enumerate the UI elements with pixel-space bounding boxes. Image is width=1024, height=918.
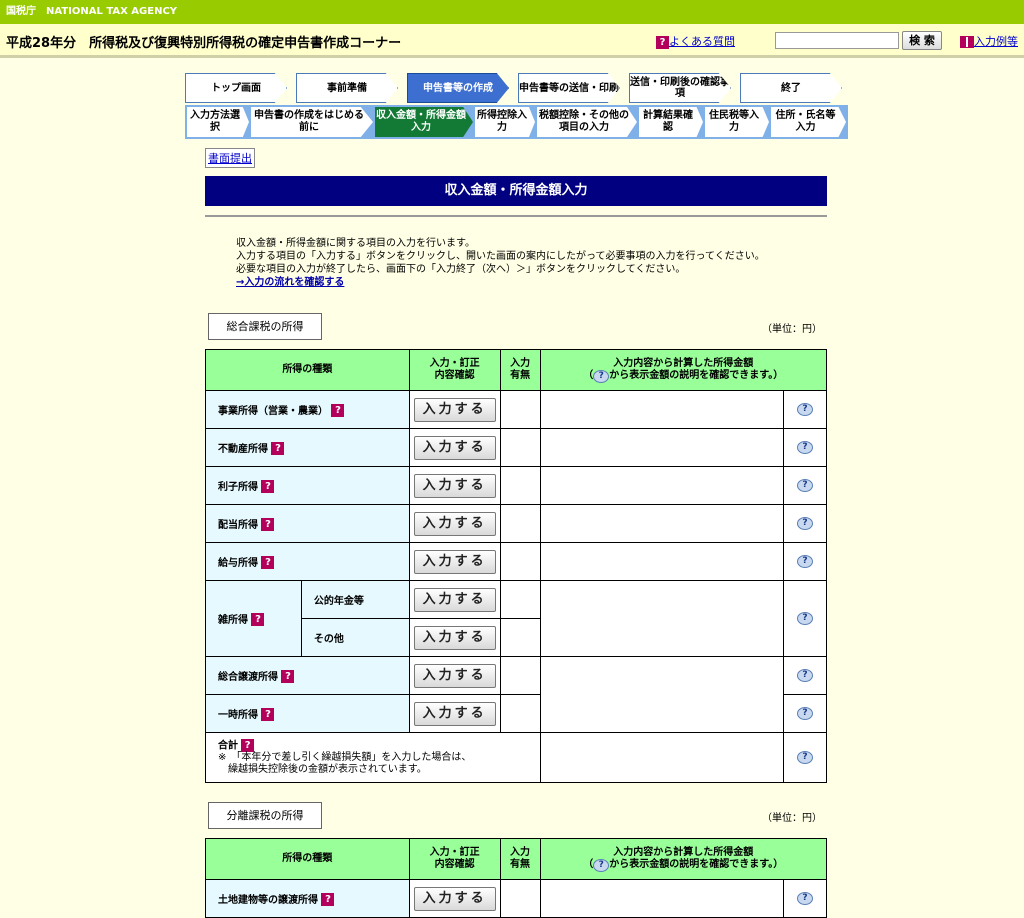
question-icon: ? <box>656 35 669 49</box>
question-icon[interactable]: ? <box>321 893 335 907</box>
table-row: 配当所得 ? 入力する ? <box>205 504 827 543</box>
input-button-pension[interactable]: 入力する <box>413 587 496 612</box>
help-icon[interactable]: ? <box>797 669 813 682</box>
table-row: 利子所得 ? 入力する ? <box>205 466 827 505</box>
help-icon: ? <box>593 369 610 383</box>
page-title: 平成28年分 所得税及び復興特別所得税の確定申告書作成コーナー <box>6 36 402 51</box>
help-icon[interactable]: ? <box>797 441 813 454</box>
question-icon[interactable]: ? <box>241 738 255 752</box>
intro-text: 収入金額・所得金額に関する項目の入力を行います。 入力する項目の「入力する」ボタ… <box>236 238 765 288</box>
table-row: 不動産所得 ? 入力する ? <box>205 428 827 467</box>
example-link[interactable]: 入力例等 <box>960 33 1018 49</box>
question-icon[interactable]: ? <box>261 518 275 532</box>
question-icon[interactable]: ? <box>261 480 275 494</box>
question-icon[interactable]: ? <box>271 442 285 456</box>
header-type: 所得の種類 <box>205 349 410 391</box>
substep-method: 入力方法選択 <box>187 107 249 137</box>
substep-before: 申告書の作成をはじめる前に <box>251 107 373 137</box>
input-button-business[interactable]: 入力する <box>413 397 496 422</box>
divider <box>205 215 827 217</box>
unit-label: （単位：円） <box>762 813 822 824</box>
example-label[interactable]: 入力例等 <box>974 35 1018 48</box>
step-post-check: 送信・印刷後の確認事項 <box>629 73 731 103</box>
section-heading: 収入金額・所得金額入力 <box>205 176 827 206</box>
input-button-interest[interactable]: 入力する <box>413 473 496 498</box>
search-input[interactable] <box>775 32 899 49</box>
question-icon[interactable]: ? <box>261 708 275 722</box>
agency-bar: 国税庁 NATIONAL TAX AGENCY <box>0 0 1024 24</box>
header-confirm: 入力・訂正 内容確認 <box>408 349 501 391</box>
header-amount: 入力内容から計算した所得金額（? から表示金額の説明を確認できます。） <box>539 838 828 880</box>
header-has-input: 入力 有無 <box>499 838 541 880</box>
substep-address: 住所・氏名等入力 <box>771 107 846 137</box>
input-button-misc-other[interactable]: 入力する <box>413 625 496 650</box>
help-icon[interactable]: ? <box>797 612 813 625</box>
help-icon[interactable]: ? <box>797 403 813 416</box>
help-icon[interactable]: ? <box>797 555 813 568</box>
help-icon: ? <box>593 858 610 872</box>
table-row: 総合譲渡所得 ? 入力する ? <box>205 656 827 733</box>
sub-steps: 入力方法選択 申告書の作成をはじめる前に 収入金額・所得金額入力 所得控除入力 … <box>185 105 848 139</box>
search-button[interactable]: 検 索 <box>902 31 942 50</box>
section-general-title: 総合課税の所得 <box>208 313 322 340</box>
agency-name: 国税庁 NATIONAL TAX AGENCY <box>6 6 178 17</box>
header-confirm: 入力・訂正 内容確認 <box>408 838 501 880</box>
help-icon[interactable]: ? <box>797 517 813 530</box>
separate-income-table: 所得の種類 入力・訂正 内容確認 入力 有無 入力内容から計算した所得金額（? から表… <box>205 838 828 918</box>
paper-submission-button[interactable]: 書面提出 <box>205 148 255 168</box>
table-row: 事業所得（営業・農業） ? 入力する ? <box>205 390 827 429</box>
help-icon[interactable]: ? <box>797 751 813 764</box>
general-income-table: 所得の種類 入力・訂正 内容確認 入力 有無 入力内容から計算した所得金額（? から表… <box>205 349 828 783</box>
faq-label[interactable]: よくある質問 <box>669 35 735 48</box>
step-preparation: 事前準備 <box>296 73 398 103</box>
question-icon[interactable]: ? <box>331 404 345 418</box>
input-button-dividend[interactable]: 入力する <box>413 511 496 536</box>
substep-tax-credit: 税額控除・その他の項目の入力 <box>537 107 637 137</box>
unit-label: （単位：円） <box>762 324 822 335</box>
substep-result: 計算結果確認 <box>639 107 703 137</box>
question-icon[interactable]: ? <box>261 556 275 570</box>
help-icon[interactable]: ? <box>797 892 813 905</box>
header-has-input: 入力 有無 <box>499 349 541 391</box>
step-send-print: 申告書等の送信・印刷 <box>518 73 620 103</box>
title-bar: 平成28年分 所得税及び復興特別所得税の確定申告書作成コーナー ? よくある質問 … <box>0 24 1024 58</box>
input-button-temporary[interactable]: 入力する <box>413 701 496 726</box>
faq-link[interactable]: ? よくある質問 <box>656 33 735 49</box>
help-icon[interactable]: ? <box>797 479 813 492</box>
substep-resident-tax: 住民税等入力 <box>705 107 769 137</box>
input-button-salary[interactable]: 入力する <box>413 549 496 574</box>
question-icon[interactable]: ? <box>251 613 265 627</box>
input-button-transfer[interactable]: 入力する <box>413 663 496 688</box>
flow-link[interactable]: →入力の流れを確認する <box>236 277 344 288</box>
question-icon[interactable]: ? <box>281 670 295 684</box>
table-row: 給与所得 ? 入力する ? <box>205 542 827 581</box>
total-row: 合計 ? ※ 「本年分で差し引く繰越損失額」を入力した場合は、 繰越損失控除後の… <box>205 732 827 783</box>
table-row: 土地建物等の譲渡所得 ? 入力する ? <box>205 879 827 918</box>
step-top: トップ画面 <box>185 73 287 103</box>
substep-income: 収入金額・所得金額入力 <box>375 107 473 137</box>
table-row: 雑所得 ? 公的年金等 入力する ? <box>205 580 827 657</box>
book-icon <box>960 36 974 48</box>
step-create: 申告書等の作成 <box>407 73 509 103</box>
help-icon[interactable]: ? <box>797 707 813 720</box>
input-button-land[interactable]: 入力する <box>413 886 496 911</box>
substep-deduction: 所得控除入力 <box>475 107 535 137</box>
header-amount: 入力内容から計算した所得金額（? から表示金額の説明を確認できます。） <box>539 349 828 391</box>
input-button-real-estate[interactable]: 入力する <box>413 435 496 460</box>
section-separate-title: 分離課税の所得 <box>208 802 322 829</box>
header-type: 所得の種類 <box>205 838 410 880</box>
step-end: 終了 <box>740 73 842 103</box>
